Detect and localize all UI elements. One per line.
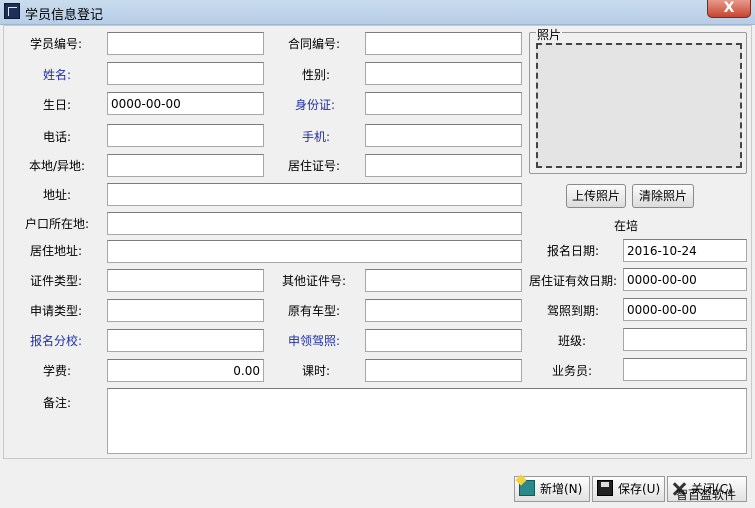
new-button[interactable]: 新增(N)	[514, 476, 590, 502]
label-address: 地址:	[43, 188, 72, 202]
apply-type-field[interactable]	[107, 299, 264, 322]
label-residence-address: 居住地址:	[30, 244, 83, 258]
upload-photo-button[interactable]: 上传照片	[566, 184, 626, 208]
license-expiry-field[interactable]	[623, 298, 747, 321]
label-local-other: 本地/异地:	[29, 159, 86, 173]
title-bar: 学员信息登记 X	[0, 0, 755, 25]
contract-no-field[interactable]	[365, 32, 522, 55]
label-other-cert-no: 其他证件号:	[282, 274, 347, 288]
student-no-field[interactable]	[107, 32, 264, 55]
signup-date-field[interactable]	[623, 239, 747, 262]
tuition-field[interactable]	[107, 359, 264, 382]
label-name: 姓名:	[43, 68, 72, 82]
label-student-no: 学员编号:	[30, 37, 83, 51]
training-status: 在培	[614, 219, 639, 233]
watermark: 智百盈软件	[676, 488, 737, 502]
label-id-card: 身份证:	[295, 98, 336, 112]
label-hukou-location: 户口所在地:	[25, 217, 90, 231]
label-signup-date: 报名日期:	[547, 244, 600, 258]
label-mobile: 手机:	[302, 130, 331, 144]
label-gender: 性别:	[302, 68, 331, 82]
photo-legend: 照片	[536, 26, 563, 43]
salesperson-field[interactable]	[623, 358, 747, 381]
label-residence-expiry: 居住证有效日期:	[529, 274, 618, 288]
window-title: 学员信息登记	[25, 8, 104, 23]
cert-type-field[interactable]	[107, 269, 264, 292]
class-hours-field[interactable]	[365, 359, 522, 382]
mobile-field[interactable]	[365, 124, 522, 147]
residence-permit-no-field[interactable]	[365, 154, 522, 177]
save-icon	[597, 480, 613, 496]
birthday-field[interactable]	[107, 92, 264, 115]
label-salesperson: 业务员:	[552, 364, 593, 378]
branch-field[interactable]	[107, 329, 264, 352]
label-license-claim: 申领驾照:	[288, 334, 341, 348]
label-apply-type: 申请类型:	[30, 304, 83, 318]
label-original-vehicle: 原有车型:	[288, 304, 341, 318]
label-tuition: 学费:	[43, 364, 72, 378]
phone-field[interactable]	[107, 124, 264, 147]
label-phone: 电话:	[43, 130, 72, 144]
original-vehicle-field[interactable]	[365, 299, 522, 322]
label-contract-no: 合同编号:	[288, 37, 341, 51]
label-class: 班级:	[558, 334, 587, 348]
label-branch: 报名分校:	[30, 334, 83, 348]
remarks-textarea[interactable]	[107, 388, 747, 454]
label-remarks: 备注:	[43, 396, 72, 410]
save-button[interactable]: 保存(U)	[592, 476, 665, 502]
other-cert-no-field[interactable]	[365, 269, 522, 292]
hukou-location-field[interactable]	[107, 212, 522, 235]
new-icon	[519, 480, 535, 496]
class-field[interactable]	[623, 328, 747, 351]
photo-frame[interactable]	[536, 43, 742, 168]
label-residence-permit-no: 居住证号:	[288, 159, 341, 173]
label-license-expiry: 驾照到期:	[547, 304, 600, 318]
label-cert-type: 证件类型:	[30, 274, 83, 288]
address-field[interactable]	[107, 183, 522, 206]
residence-expiry-field[interactable]	[623, 268, 747, 291]
save-button-label: 保存(U)	[618, 482, 661, 496]
gender-field[interactable]	[365, 62, 522, 85]
label-class-hours: 课时:	[302, 364, 331, 378]
label-birthday: 生日:	[43, 98, 72, 112]
local-other-field[interactable]	[107, 154, 264, 177]
id-card-field[interactable]	[365, 92, 522, 115]
new-button-label: 新增(N)	[540, 482, 583, 496]
residence-address-field[interactable]	[107, 240, 522, 263]
clear-photo-button[interactable]: 清除照片	[632, 184, 694, 208]
license-claim-field[interactable]	[365, 329, 522, 352]
app-icon	[4, 3, 20, 19]
window-close-button[interactable]: X	[707, 0, 751, 18]
name-field[interactable]	[107, 62, 264, 85]
